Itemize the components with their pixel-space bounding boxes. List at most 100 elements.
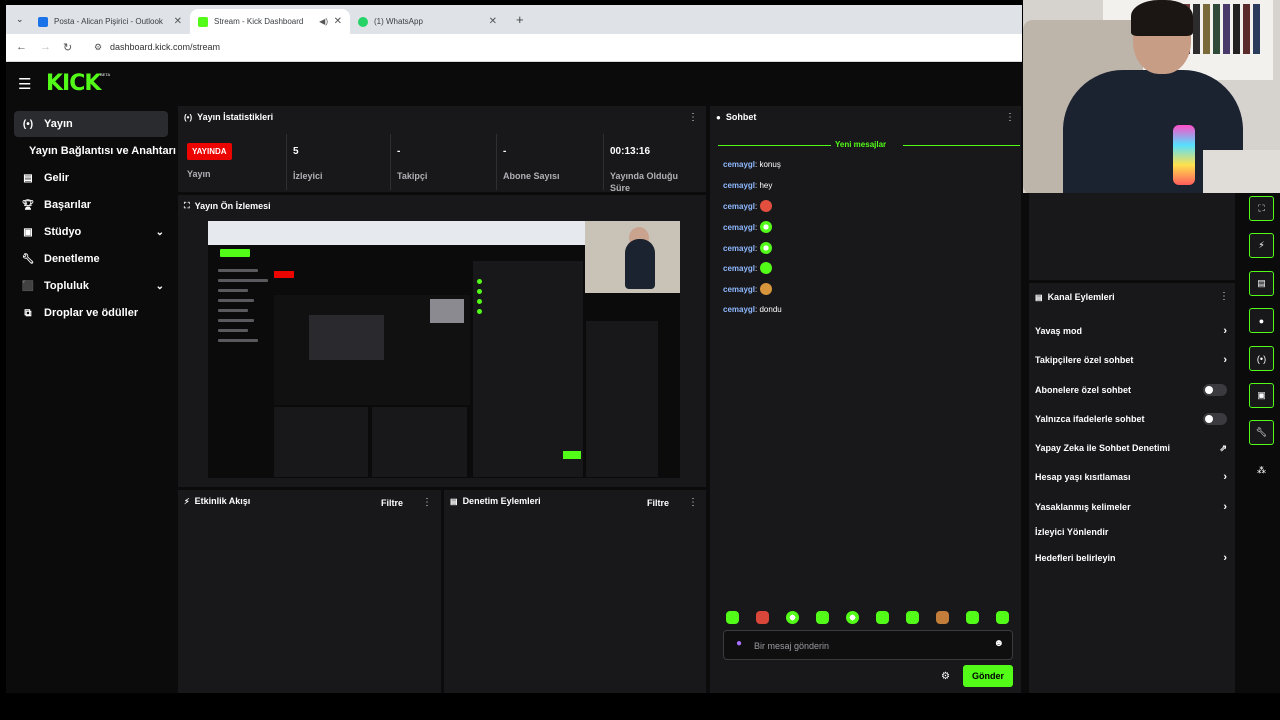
filter-button[interactable]: Filtre bbox=[381, 498, 403, 508]
screen-icon[interactable]: ▣ bbox=[1249, 383, 1274, 408]
chat-message-input[interactable] bbox=[754, 638, 974, 654]
action-raid[interactable]: İzleyici Yönlendir bbox=[1035, 522, 1231, 542]
chevron-down-icon[interactable]: ⌄ bbox=[156, 281, 164, 292]
reload-icon[interactable]: ↻ bbox=[63, 41, 72, 54]
emote-icon[interactable] bbox=[756, 611, 769, 624]
panel-title: Yayın Ön İzlemesi bbox=[194, 201, 271, 211]
emote-icon[interactable] bbox=[760, 200, 773, 212]
emote-icon[interactable] bbox=[786, 611, 799, 624]
share-icon[interactable]: ⁂ bbox=[1249, 458, 1274, 483]
action-set-goals[interactable]: Hedefleri belirleyin › bbox=[1035, 548, 1231, 568]
chat-panel: ● Sohbet ⋮ Yeni mesajlar cemaygl: konuş … bbox=[710, 106, 1021, 693]
site-info-icon[interactable]: ⚙ bbox=[94, 42, 102, 53]
chat-username[interactable]: cemaygl bbox=[723, 285, 755, 294]
emote-icon[interactable] bbox=[846, 611, 859, 624]
action-banned-words[interactable]: Yasaklanmış kelimeler › bbox=[1035, 497, 1231, 517]
emote-icon[interactable] bbox=[966, 611, 979, 624]
more-options-icon[interactable]: ⋮ bbox=[1005, 112, 1015, 123]
kick-logo[interactable]: KICK bbox=[46, 71, 101, 96]
chat-username[interactable]: cemaygl bbox=[723, 181, 755, 190]
tab-outlook[interactable]: Posta - Alican Pişirici - Outlook ✕ bbox=[30, 9, 190, 34]
emoji-picker-icon[interactable]: ☻ bbox=[993, 638, 1004, 649]
sidebar-item-basarilar[interactable]: 🏆︎ Başarılar bbox=[14, 192, 168, 218]
drops-icon: ⧉ bbox=[24, 307, 32, 319]
preview-nested-frame bbox=[309, 315, 384, 360]
chat-username[interactable]: cemaygl bbox=[723, 223, 755, 232]
stream-preview-video[interactable] bbox=[208, 221, 680, 478]
chat-settings-icon[interactable]: ⚙ bbox=[941, 671, 950, 682]
emote-icon[interactable] bbox=[760, 242, 773, 254]
menu-icon[interactable]: ☰ bbox=[18, 75, 31, 93]
emote-icon[interactable] bbox=[760, 221, 773, 233]
sidebar-item-denetleme[interactable]: 🔧︎ Denetleme bbox=[14, 246, 168, 272]
preview-activity bbox=[274, 407, 368, 477]
more-options-icon[interactable]: ⋮ bbox=[422, 497, 432, 508]
preview-nested-video bbox=[274, 295, 470, 405]
notes-icon[interactable]: ▤ bbox=[1249, 271, 1274, 296]
outlook-icon bbox=[38, 16, 48, 27]
fullscreen-icon[interactable]: ⛶ bbox=[1249, 196, 1274, 221]
new-tab-button[interactable]: + bbox=[516, 12, 524, 27]
send-button[interactable]: Gönder bbox=[963, 665, 1013, 687]
chat-username[interactable]: cemaygl bbox=[723, 244, 755, 253]
chat-message: cemaygl: bbox=[723, 283, 773, 295]
sidebar-item-yayin[interactable]: (•) Yayın bbox=[14, 111, 168, 137]
emote-icon[interactable] bbox=[906, 611, 919, 624]
emote-icon[interactable] bbox=[726, 611, 739, 624]
tab-kick-dashboard[interactable]: Stream - Kick Dashboard ◀) ✕ bbox=[190, 9, 350, 34]
panel-header: ⛶ Yayın Ön İzlemesi bbox=[184, 201, 271, 211]
subscribers-only-toggle[interactable] bbox=[1203, 384, 1227, 396]
back-icon[interactable]: ← bbox=[16, 41, 27, 53]
more-options-icon[interactable]: ⋮ bbox=[688, 497, 698, 508]
action-slow-mode[interactable]: Yavaş mod › bbox=[1035, 321, 1231, 341]
tab-search-icon[interactable]: ⌄ bbox=[16, 14, 24, 25]
more-options-icon[interactable]: ⋮ bbox=[1219, 291, 1229, 302]
emote-icon[interactable] bbox=[936, 611, 949, 624]
browser-toolbar: ← → ↻ ⚙ dashboard.kick.com/stream bbox=[6, 34, 1022, 62]
sidebar-item-label: Topluluk bbox=[44, 280, 90, 292]
preview-line bbox=[218, 309, 248, 312]
emote-icon[interactable] bbox=[760, 262, 773, 274]
bolt-icon[interactable]: ⚡︎ bbox=[1249, 233, 1274, 258]
speaker-icon[interactable]: ◀) bbox=[319, 17, 328, 26]
chat-username[interactable]: cemaygl bbox=[723, 202, 755, 211]
stat-value: 5 bbox=[293, 146, 299, 157]
broadcast-icon[interactable]: (•) bbox=[1249, 346, 1274, 371]
sidebar-item-droplar[interactable]: ⧉ Droplar ve ödüller bbox=[14, 300, 168, 326]
emotes-only-toggle[interactable] bbox=[1203, 413, 1227, 425]
close-tab-icon[interactable]: ✕ bbox=[334, 16, 342, 27]
chat-username[interactable]: cemaygl bbox=[723, 264, 755, 273]
close-tab-icon[interactable]: ✕ bbox=[174, 16, 182, 27]
more-options-icon[interactable]: ⋮ bbox=[688, 112, 698, 123]
book bbox=[1243, 4, 1250, 54]
action-account-age[interactable]: Hesap yaşı kısıtlaması › bbox=[1035, 467, 1231, 487]
bolt-icon: ⚡︎ bbox=[184, 496, 190, 506]
emote-icon[interactable] bbox=[816, 611, 829, 624]
rgb-lamp bbox=[1173, 125, 1195, 185]
close-tab-icon[interactable]: ✕ bbox=[489, 16, 497, 27]
emote-icon[interactable] bbox=[876, 611, 889, 624]
chat-icon[interactable]: ● bbox=[1249, 308, 1274, 333]
forward-icon[interactable]: → bbox=[40, 41, 51, 53]
microphone-icon[interactable]: ● bbox=[736, 638, 742, 649]
emote-icon[interactable] bbox=[760, 283, 773, 295]
stream-stats-panel: (•) Yayın İstatistikleri ⋮ YAYINDA Yayın… bbox=[178, 106, 706, 193]
emote-icon[interactable] bbox=[996, 611, 1009, 624]
filter-button[interactable]: Filtre bbox=[647, 498, 669, 508]
chat-username[interactable]: cemaygl bbox=[723, 160, 755, 169]
action-ai-moderation[interactable]: Yapay Zeka ile Sohbet Denetimi ⇗ bbox=[1035, 438, 1231, 458]
sidebar-item-gelir[interactable]: ▤ Gelir bbox=[14, 165, 168, 191]
chat-message: cemaygl: hey bbox=[723, 181, 773, 190]
preview-line bbox=[218, 279, 268, 282]
address-bar[interactable]: dashboard.kick.com/stream bbox=[110, 42, 220, 52]
preview-webcam bbox=[585, 221, 680, 293]
chat-username[interactable]: cemaygl bbox=[723, 305, 755, 314]
chat-message: cemaygl: bbox=[723, 221, 773, 233]
tab-whatsapp[interactable]: (1) WhatsApp ✕ bbox=[350, 9, 505, 34]
wrench-icon[interactable]: 🔧︎ bbox=[1249, 420, 1274, 445]
chevron-down-icon[interactable]: ⌄ bbox=[156, 227, 164, 238]
sidebar-item-stream-key[interactable]: Yayın Bağlantısı ve Anahtarı bbox=[14, 138, 178, 164]
sidebar-item-topluluk[interactable]: ⬛ Topluluk ⌄ bbox=[14, 273, 168, 299]
action-followers-only[interactable]: Takipçilere özel sohbet › bbox=[1035, 350, 1231, 370]
sidebar-item-studyo[interactable]: ▣ Stüdyo ⌄ bbox=[14, 219, 168, 245]
